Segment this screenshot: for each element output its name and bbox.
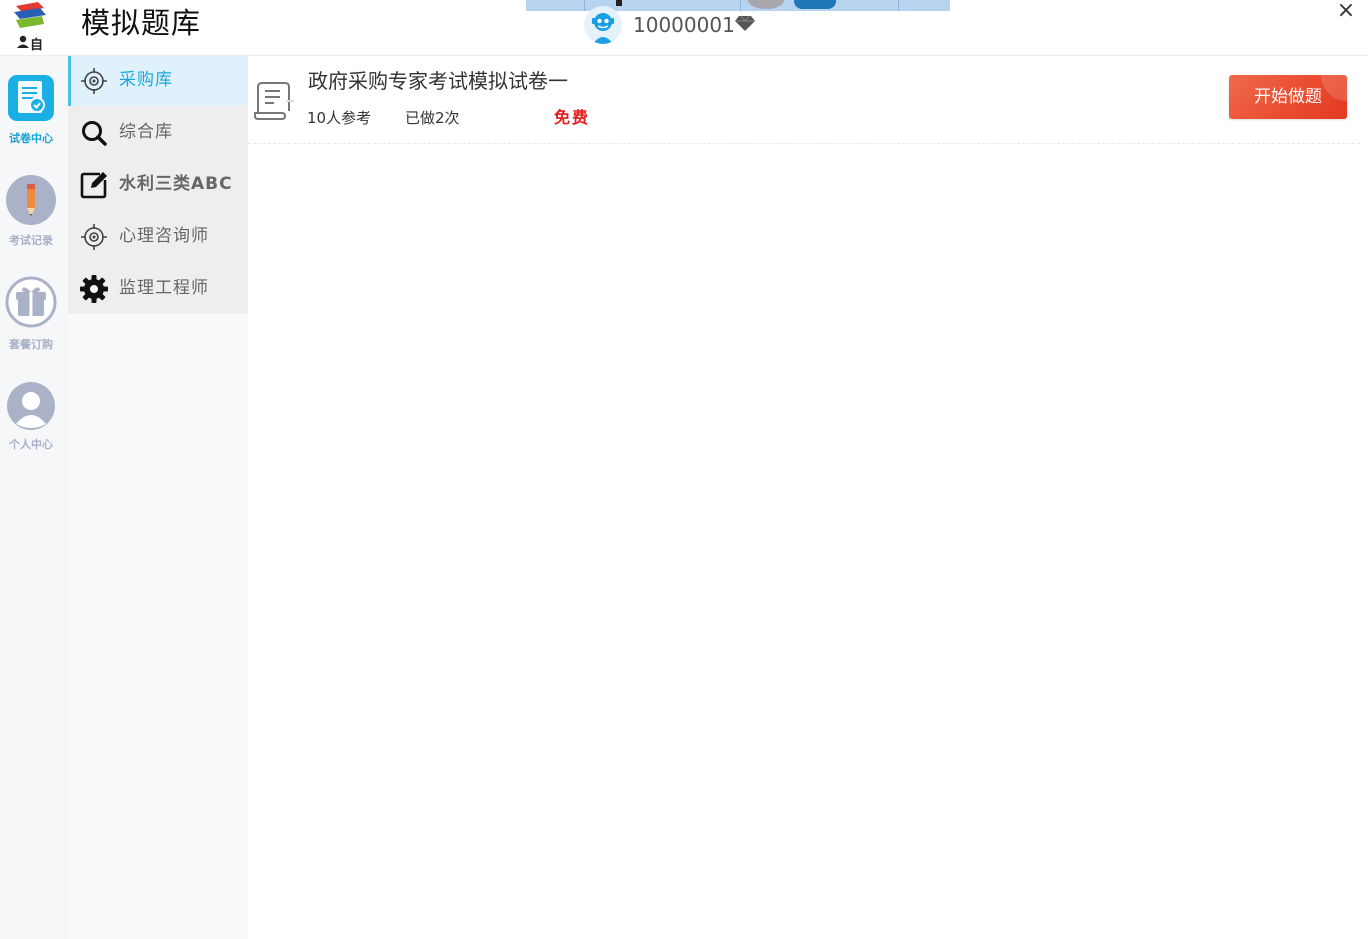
category-label: 综合库 [119,122,173,142]
toolbar-strip [526,0,950,11]
price-badge: 免费 [554,108,591,127]
target-icon [81,68,107,94]
exam-paper-icon [8,75,54,121]
main-nav-rail: 试卷中心 考试记录 套餐订购 个人中心 [0,56,68,939]
rail-label: 试卷中心 [9,132,53,145]
category-menu: 采购库 综合库 水利三类ABC 心理咨询师 监理工程师 [68,56,248,939]
close-button[interactable]: × [1336,0,1356,22]
rail-item-exam-records[interactable]: 考试记录 [0,172,62,262]
user-icon [7,382,55,430]
category-list: 采购库 综合库 水利三类ABC 心理咨询师 监理工程师 [68,56,248,314]
app-window: 自 模拟题库 10000001 × 试卷中心 考试记录 套餐订购 个人中心 采购… [0,0,1368,939]
app-title: 模拟题库 [81,6,202,40]
rail-item-personal-center[interactable]: 个人中心 [0,378,62,468]
gift-icon [5,276,57,328]
pencil-icon [6,175,56,225]
diamond-icon [735,15,755,31]
robot-avatar-icon [584,6,622,44]
edit-icon [80,172,107,199]
category-item-water-conservancy[interactable]: 水利三类ABC [68,160,248,210]
category-item-supervision[interactable]: 监理工程师 [68,264,248,314]
exam-list: 政府采购专家考试模拟试卷一 10人参考 已做2次 免费 开始做题 [248,56,1368,939]
exam-done-count: 已做2次 [405,109,460,127]
user-avatar[interactable] [584,6,622,44]
category-label: 监理工程师 [119,278,209,298]
header: 自 模拟题库 10000001 × [0,0,1368,56]
category-item-procurement[interactable]: 采购库 [68,56,248,106]
user-id: 10000001 [633,13,735,37]
exam-participants: 10人参考 [307,109,372,127]
category-label: 水利三类ABC [119,174,233,194]
category-label: 采购库 [119,70,173,90]
category-item-comprehensive[interactable]: 综合库 [68,108,248,158]
target-icon [81,224,107,250]
gear-icon [80,275,108,303]
app-logo: 自 [14,2,46,52]
rail-label: 个人中心 [9,438,53,451]
rail-item-exam-center[interactable]: 试卷中心 [0,72,62,162]
rail-label: 考试记录 [9,234,53,247]
exam-list-item: 政府采购专家考试模拟试卷一 10人参考 已做2次 免费 开始做题 [248,56,1360,144]
svg-text:自: 自 [30,37,43,52]
category-item-psychology[interactable]: 心理咨询师 [68,212,248,262]
start-exam-button[interactable]: 开始做题 [1229,75,1347,119]
rail-label: 套餐订购 [9,338,53,351]
category-label: 心理咨询师 [119,226,209,246]
search-icon [82,121,107,146]
exam-title[interactable]: 政府采购专家考试模拟试卷一 [308,68,568,94]
scroll-paper-icon [254,82,294,120]
rail-item-package-order[interactable]: 套餐订购 [0,274,62,364]
